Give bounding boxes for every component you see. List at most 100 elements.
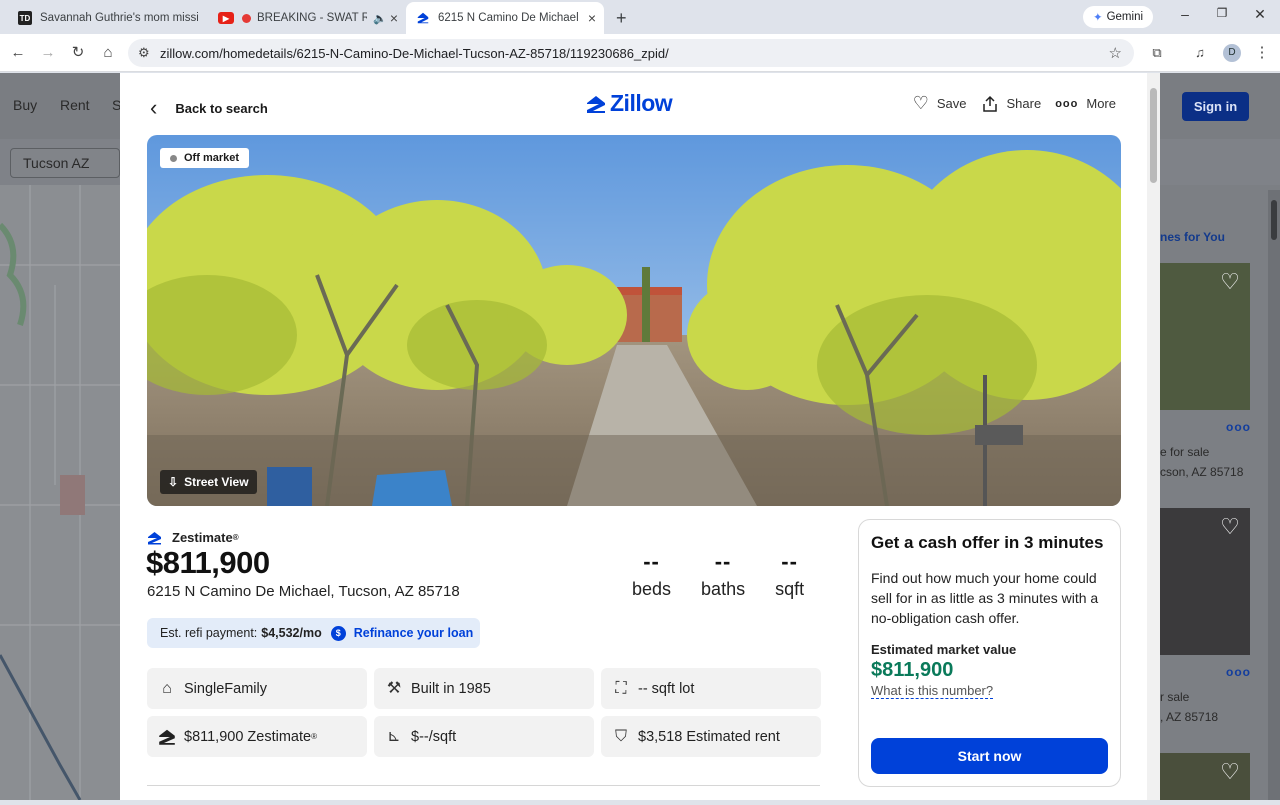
share-label: Share xyxy=(1006,96,1042,111)
refi-label: Est. refi payment: xyxy=(160,626,258,640)
refinance-link[interactable]: Refinance your loan xyxy=(354,626,473,640)
stat-value: -- xyxy=(714,549,732,574)
property-photo-image xyxy=(147,135,1121,506)
stat-sqft: -- sqft xyxy=(775,551,804,600)
zillow-favicon-icon xyxy=(417,12,429,24)
street-view-icon: ⇩ xyxy=(168,475,179,489)
site-settings-icon[interactable]: ⚙ xyxy=(138,45,150,61)
share-icon xyxy=(982,95,997,112)
refi-amount: $4,532/mo xyxy=(261,626,322,640)
modal-scrollbar-thumb[interactable] xyxy=(1150,88,1157,183)
zestimate-price: $811,900 xyxy=(146,545,270,580)
share-button[interactable]: Share xyxy=(981,93,1042,114)
heart-icon: ♡ xyxy=(1220,759,1240,784)
save-button[interactable]: ♡ Save xyxy=(913,93,967,114)
youtube-icon: ▶ xyxy=(218,12,234,24)
fact-text: $--/sqft xyxy=(411,728,457,745)
logo-text: Zillow xyxy=(610,90,673,116)
back-icon[interactable]: ← xyxy=(8,43,28,63)
recording-dot-icon xyxy=(242,13,251,23)
nav-buy: Buy xyxy=(13,97,38,113)
tab-news[interactable]: TD Savannah Guthrie's mom missin xyxy=(8,4,208,32)
listing-line1: e for sale xyxy=(1160,445,1210,459)
home-icon[interactable]: ⌂ xyxy=(98,43,118,63)
zestimate-label: Zestimate ® xyxy=(147,530,239,545)
section-divider xyxy=(147,785,820,786)
gemini-label: Gemini xyxy=(1106,11,1144,23)
restore-icon[interactable]: ❐ xyxy=(1212,6,1232,20)
listing-line1: r sale xyxy=(1160,690,1190,704)
stat-baths: -- baths xyxy=(701,549,745,600)
stat-value: -- xyxy=(643,549,660,574)
rent-icon: ⛉ xyxy=(614,727,627,745)
fact-estimated-rent: ⛉ $3,518 Estimated rent xyxy=(601,716,821,757)
media-icon[interactable]: ♫ xyxy=(1190,43,1210,63)
fact-lot-size: ⛶ -- sqft lot xyxy=(601,668,821,709)
back-label: Back to search xyxy=(175,100,268,116)
profile-avatar[interactable]: D xyxy=(1223,44,1241,62)
more-dots-icon: ooo xyxy=(1226,665,1251,679)
street-view-button[interactable]: ⇩ Street View xyxy=(160,470,257,494)
fact-text: Built in 1985 xyxy=(411,680,491,697)
speaker-icon[interactable]: 🔈 xyxy=(373,12,387,25)
stat-beds: -- beds xyxy=(632,549,672,600)
sort-label: nes for You xyxy=(1160,230,1225,244)
tab-strip: TD Savannah Guthrie's mom missin ▶ BREAK… xyxy=(0,0,1280,34)
background-map xyxy=(0,185,120,801)
tab-youtube[interactable]: ▶ BREAKING - SWAT RAID 🔈 × xyxy=(208,4,406,32)
zestimate-icon xyxy=(148,531,161,544)
fact-zestimate: $811,900 Zestimate ® xyxy=(147,716,367,757)
tab-label: 6215 N Camino De Michael, Tuc xyxy=(438,12,578,24)
bookmark-star-icon[interactable]: ☆ xyxy=(1109,44,1122,62)
close-tab-icon[interactable]: × xyxy=(390,10,398,26)
zestimate-icon xyxy=(159,729,175,745)
property-stats: -- beds -- baths -- sqft xyxy=(632,549,804,600)
what-is-this-link[interactable]: What is this number? xyxy=(871,683,994,699)
registered-mark: ® xyxy=(232,533,239,542)
fact-text: $811,900 Zestimate xyxy=(184,728,312,745)
heart-icon: ♡ xyxy=(1220,514,1240,539)
cash-offer-title: Get a cash offer in 3 minutes xyxy=(871,533,1104,552)
start-now-button[interactable]: Start now xyxy=(871,738,1108,774)
gemini-button[interactable]: ✦ Gemini xyxy=(1083,6,1153,28)
home-details-modal: ‹ Back to search Zillow ♡ Save Share ooo… xyxy=(120,73,1160,800)
header-actions: ♡ Save Share ooo More xyxy=(913,93,1116,114)
tab-label: BREAKING - SWAT RAID xyxy=(257,12,367,24)
minimize-icon[interactable]: – xyxy=(1175,6,1195,22)
cash-offer-body: Find out how much your home could sell f… xyxy=(871,570,1099,626)
listing-line2: cson, AZ 85718 xyxy=(1160,465,1244,479)
new-tab-button[interactable]: + xyxy=(606,4,630,32)
price-sqft-icon: ⊾ xyxy=(387,727,401,745)
save-label: Save xyxy=(936,96,967,111)
emv-label: Estimated market value xyxy=(871,642,1017,657)
gemini-sparkle-icon: ✦ xyxy=(1092,12,1103,24)
browser-toolbar: ← → ↻ ⌂ ⚙ zillow.com/homedetails/6215-N-… xyxy=(0,34,1280,72)
more-dots-icon: ooo xyxy=(1226,420,1251,434)
stat-label: beds xyxy=(632,579,672,599)
heart-icon: ♡ xyxy=(912,93,929,113)
cast-icon[interactable]: ⧉ xyxy=(1147,43,1167,63)
back-to-search-button[interactable]: ‹ Back to search xyxy=(150,95,268,121)
property-photo[interactable]: Off market ⇩ Street View xyxy=(147,135,1121,506)
background-search-input: Tucson AZ xyxy=(10,148,120,178)
fact-text: -- sqft lot xyxy=(638,680,695,697)
close-tab-icon[interactable]: × xyxy=(588,10,596,26)
reload-icon[interactable]: ↻ xyxy=(68,43,88,63)
map-roads xyxy=(0,185,120,801)
lot-icon: ⛶ xyxy=(615,679,627,697)
hammer-icon: ⚒ xyxy=(386,679,402,697)
refi-payment-banner: Est. refi payment: $4,532/mo $ Refinance… xyxy=(147,618,480,648)
more-button[interactable]: ooo More xyxy=(1055,93,1116,114)
heart-icon: ♡ xyxy=(1220,269,1240,294)
fact-home-type: ⌂ SingleFamily xyxy=(147,668,367,709)
background-scrollbar[interactable] xyxy=(1268,190,1280,800)
close-window-icon[interactable]: ✕ xyxy=(1250,6,1270,23)
fact-text: $3,518 Estimated rent xyxy=(638,728,780,745)
cash-offer-card: Get a cash offer in 3 minutes Find out h… xyxy=(858,519,1121,787)
sign-in-button: Sign in xyxy=(1182,92,1249,121)
forward-icon[interactable]: → xyxy=(38,43,58,63)
address-bar[interactable]: ⚙ zillow.com/homedetails/6215-N-Camino-D… xyxy=(128,39,1134,67)
tab-zillow[interactable]: 6215 N Camino De Michael, Tuc × xyxy=(406,2,604,34)
menu-kebab-icon[interactable]: ⋮ xyxy=(1252,43,1272,63)
fact-text: SingleFamily xyxy=(184,680,267,697)
